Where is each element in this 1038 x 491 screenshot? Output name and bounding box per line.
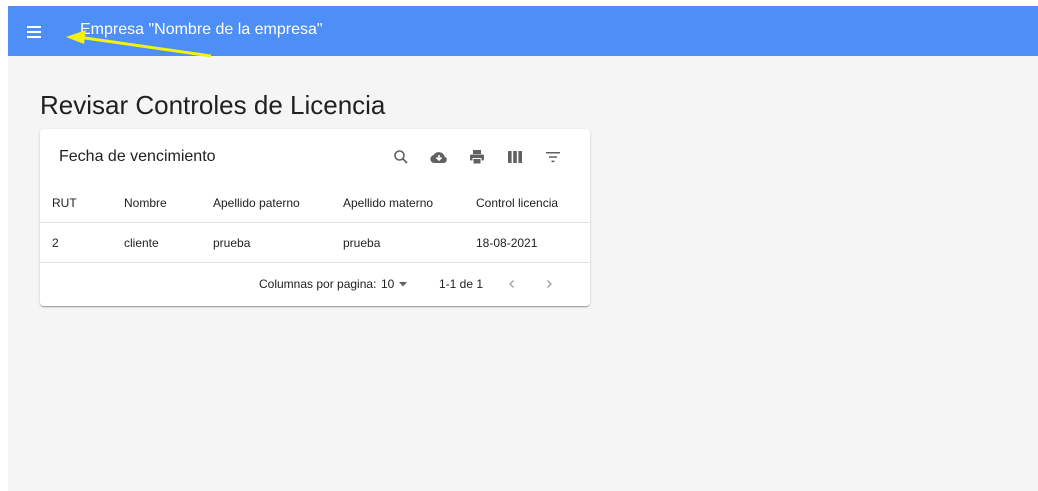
filter-button[interactable] <box>541 145 565 169</box>
print-button[interactable] <box>465 145 489 169</box>
column-header-rut[interactable]: RUT <box>52 183 77 223</box>
previous-page-button[interactable] <box>501 273 523 295</box>
rows-per-page-value: 10 <box>381 277 395 291</box>
license-table-card: Fecha de vencimiento RUT Nombre Apellido… <box>40 129 590 306</box>
print-icon <box>470 150 484 165</box>
menu-icon <box>27 26 41 38</box>
cell-apellido-materno: prueba <box>343 236 381 250</box>
page-title: Revisar Controles de Licencia <box>40 90 386 120</box>
search-icon <box>394 150 408 164</box>
menu-button[interactable] <box>22 20 46 44</box>
cell-nombre: cliente <box>124 236 159 250</box>
table-header-row: RUT Nombre Apellido paterno Apellido mat… <box>40 183 590 223</box>
table-pagination: Columnas por pagina: 10 1-1 de 1 <box>40 263 590 306</box>
rows-per-page-select[interactable]: 10 <box>381 275 408 293</box>
app-title: Empresa "Nombre de la empresa" <box>80 21 323 38</box>
caret-down-icon <box>399 282 408 287</box>
cell-rut: 2 <box>52 236 59 250</box>
column-header-apellido-paterno[interactable]: Apellido paterno <box>213 183 300 223</box>
column-header-control-licencia[interactable]: Control licencia <box>476 183 558 223</box>
cell-apellido-paterno: prueba <box>213 236 251 250</box>
view-columns-button[interactable] <box>503 145 527 169</box>
table-toolbar-title: Fecha de vencimiento <box>59 148 216 165</box>
view-columns-icon <box>508 151 522 163</box>
search-button[interactable] <box>389 145 413 169</box>
next-page-button[interactable] <box>538 273 560 295</box>
column-header-apellido-materno[interactable]: Apellido materno <box>343 183 433 223</box>
cloud-download-icon <box>430 152 447 163</box>
pagination-range: 1-1 de 1 <box>439 277 484 291</box>
filter-icon <box>546 152 560 163</box>
table-row[interactable]: 2 cliente prueba prueba 18-08-2021 <box>40 223 590 263</box>
column-header-nombre[interactable]: Nombre <box>124 183 167 223</box>
app-window: Empresa "Nombre de la empresa" Revisar C… <box>8 6 1038 491</box>
chevron-left-icon <box>509 280 514 288</box>
download-csv-button[interactable] <box>427 145 451 169</box>
rows-per-page-label: Columnas por pagina: <box>259 277 377 291</box>
cell-control-licencia: 18-08-2021 <box>476 236 538 250</box>
app-bar: Empresa "Nombre de la empresa" <box>8 6 1038 56</box>
chevron-right-icon <box>547 280 552 288</box>
